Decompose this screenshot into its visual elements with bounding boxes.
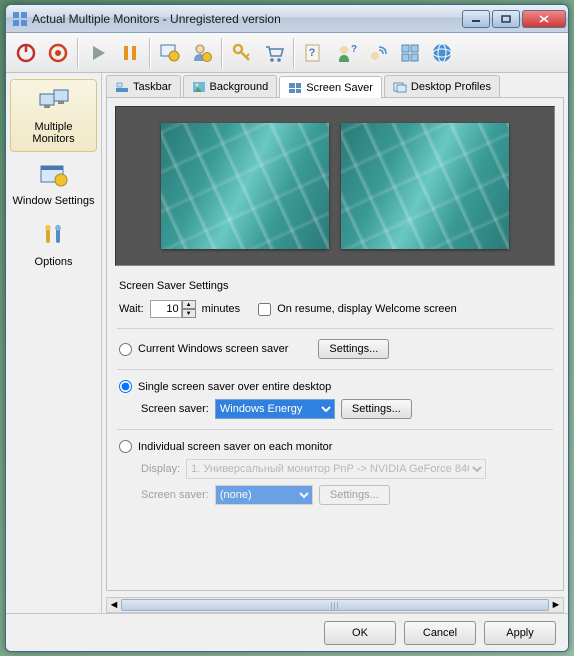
tab-taskbar[interactable]: Taskbar bbox=[106, 75, 181, 97]
support-icon[interactable]: ? bbox=[331, 37, 361, 69]
individual-settings-button[interactable]: Settings... bbox=[319, 485, 390, 505]
sidebar-item-label: Window Settings bbox=[13, 195, 95, 207]
play-button[interactable] bbox=[83, 37, 113, 69]
resume-label: On resume, display Welcome screen bbox=[277, 303, 457, 315]
key-icon[interactable] bbox=[227, 37, 257, 69]
app-icon bbox=[12, 11, 28, 27]
sidebar-item-window-settings[interactable]: Window Settings bbox=[10, 154, 97, 213]
wait-label: Wait: bbox=[119, 303, 144, 315]
resume-checkbox[interactable] bbox=[258, 303, 271, 316]
taskbar-icon bbox=[115, 80, 129, 94]
globe-icon[interactable] bbox=[427, 37, 457, 69]
sidebar-item-options[interactable]: Options bbox=[10, 215, 97, 274]
cart-icon[interactable] bbox=[259, 37, 289, 69]
single-settings-button[interactable]: Settings... bbox=[341, 399, 412, 419]
sound-icon[interactable] bbox=[363, 37, 393, 69]
screensaver-panel: Screen Saver Settings Wait: ▲▼ minutes O… bbox=[106, 97, 564, 591]
screensaver-icon bbox=[288, 81, 302, 95]
scroll-left-arrow[interactable]: ◄ bbox=[107, 598, 121, 612]
section-title: Screen Saver Settings bbox=[119, 280, 555, 292]
sidebar-item-multiple-monitors[interactable]: Multiple Monitors bbox=[10, 79, 97, 152]
opt-current-label: Current Windows screen saver bbox=[138, 343, 288, 355]
divider bbox=[117, 328, 553, 329]
individual-saver-select[interactable]: (none) bbox=[215, 485, 313, 505]
stop-button[interactable] bbox=[43, 37, 73, 69]
apply-button[interactable]: Apply bbox=[484, 621, 556, 645]
preview-monitor-1 bbox=[161, 123, 329, 249]
svg-text:?: ? bbox=[351, 44, 357, 55]
help-icon[interactable]: ? bbox=[299, 37, 329, 69]
tab-screen-saver[interactable]: Screen Saver bbox=[279, 76, 382, 98]
grid-icon[interactable] bbox=[395, 37, 425, 69]
tab-desktop-profiles[interactable]: Desktop Profiles bbox=[384, 75, 500, 97]
scroll-thumb[interactable]: ||| bbox=[121, 599, 549, 611]
window-config-icon[interactable] bbox=[155, 37, 185, 69]
user-config-icon[interactable] bbox=[187, 37, 217, 69]
tabs: Taskbar Background Screen Saver Desktop … bbox=[102, 73, 568, 97]
single-saver-select[interactable]: Windows Energy bbox=[215, 399, 335, 419]
power-button[interactable] bbox=[11, 37, 41, 69]
radio-individual[interactable] bbox=[119, 440, 132, 453]
maximize-button[interactable] bbox=[492, 10, 520, 28]
minimize-button[interactable] bbox=[462, 10, 490, 28]
divider bbox=[117, 369, 553, 370]
close-button[interactable] bbox=[522, 10, 566, 28]
toolbar: ? ? bbox=[6, 33, 568, 73]
window-settings-icon bbox=[38, 160, 70, 192]
titlebar[interactable]: Actual Multiple Monitors - Unregistered … bbox=[6, 5, 568, 33]
wait-input[interactable] bbox=[150, 300, 182, 318]
svg-text:?: ? bbox=[309, 47, 316, 59]
sidebar-item-label: Multiple Monitors bbox=[13, 121, 94, 145]
preview-monitor-2 bbox=[341, 123, 509, 249]
ind-saver-label: Screen saver: bbox=[141, 489, 209, 501]
pause-button[interactable] bbox=[115, 37, 145, 69]
saver-label: Screen saver: bbox=[141, 403, 209, 415]
cancel-button[interactable]: Cancel bbox=[404, 621, 476, 645]
radio-single[interactable] bbox=[119, 380, 132, 393]
preview-area bbox=[115, 106, 555, 266]
options-icon bbox=[38, 221, 70, 253]
sidebar-item-label: Options bbox=[35, 256, 73, 268]
wait-spinner[interactable]: ▲▼ bbox=[150, 300, 196, 318]
app-window: Actual Multiple Monitors - Unregistered … bbox=[5, 4, 569, 652]
sidebar: Multiple Monitors Window Settings Option… bbox=[6, 73, 102, 613]
spin-down[interactable]: ▼ bbox=[182, 309, 196, 318]
spin-up[interactable]: ▲ bbox=[182, 300, 196, 309]
wait-unit: minutes bbox=[202, 303, 241, 315]
background-icon bbox=[192, 80, 206, 94]
radio-current[interactable] bbox=[119, 343, 132, 356]
button-bar: OK Cancel Apply bbox=[6, 613, 568, 651]
profiles-icon bbox=[393, 80, 407, 94]
ok-button[interactable]: OK bbox=[324, 621, 396, 645]
display-label: Display: bbox=[141, 463, 180, 475]
opt-individual-label: Individual screen saver on each monitor bbox=[138, 441, 332, 453]
window-title: Actual Multiple Monitors - Unregistered … bbox=[32, 12, 460, 26]
divider bbox=[117, 429, 553, 430]
opt-single-label: Single screen saver over entire desktop bbox=[138, 381, 331, 393]
tab-background[interactable]: Background bbox=[183, 75, 278, 97]
current-settings-button[interactable]: Settings... bbox=[318, 339, 389, 359]
display-select[interactable]: 1. Универсальный монитор PnP -> NVIDIA G… bbox=[186, 459, 486, 479]
monitors-icon bbox=[38, 86, 70, 118]
horizontal-scrollbar[interactable]: ◄ ||| ► bbox=[106, 597, 564, 613]
scroll-right-arrow[interactable]: ► bbox=[549, 598, 563, 612]
